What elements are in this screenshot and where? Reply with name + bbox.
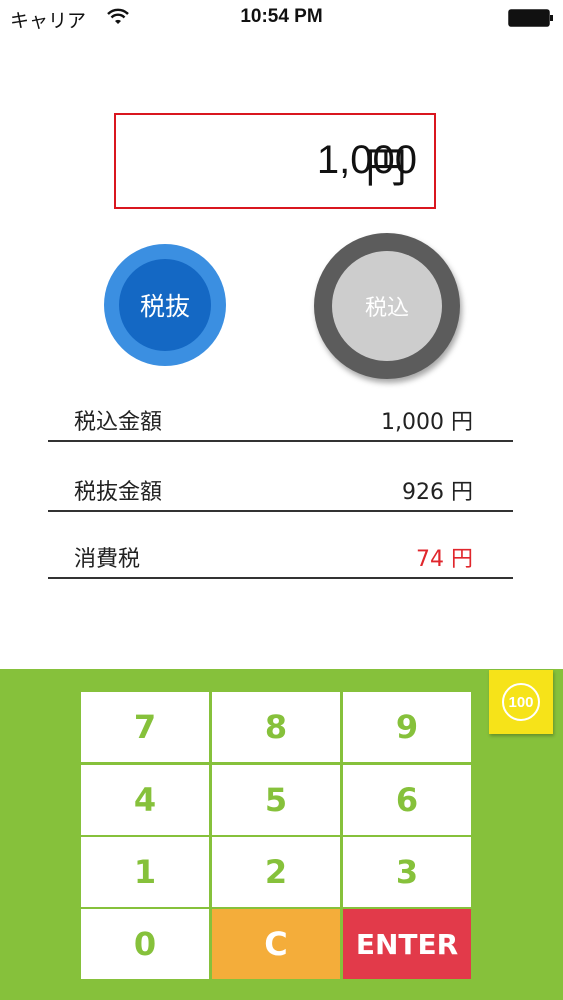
tax-inclusive-button[interactable]: 税込 [314, 233, 460, 379]
key-5[interactable]: 5 [212, 765, 340, 835]
result-label: 消費税 [74, 547, 141, 572]
result-value: 1,000 円 [381, 410, 473, 435]
key-6[interactable]: 6 [343, 765, 471, 835]
enter-button[interactable]: ENTER [343, 909, 471, 979]
tax-exclusive-button[interactable]: 税抜 [104, 244, 226, 366]
key-7[interactable]: 7 [81, 692, 209, 762]
status-bar: キャリア 10:54 PM [0, 0, 563, 36]
result-row-tax-included: 税込金額 1,000 円 [48, 400, 513, 442]
status-time: 10:54 PM [240, 6, 323, 27]
tax-amount-value: 74 円 [416, 547, 473, 572]
clear-button[interactable]: C [212, 909, 340, 979]
key-2[interactable]: 2 [212, 837, 340, 907]
hundred-label: 100 [502, 683, 540, 721]
key-3[interactable]: 3 [343, 837, 471, 907]
result-row-tax-excluded: 税抜金額 926 円 [48, 470, 513, 512]
key-4[interactable]: 4 [81, 765, 209, 835]
hundred-button[interactable]: 100 [489, 670, 553, 734]
result-value: 926 円 [402, 480, 473, 505]
key-8[interactable]: 8 [212, 692, 340, 762]
key-0[interactable]: 0 [81, 909, 209, 979]
key-9[interactable]: 9 [343, 692, 471, 762]
result-label: 税抜金額 [74, 480, 163, 505]
battery-icon [508, 9, 553, 27]
tax-inclusive-label: 税込 [332, 251, 442, 361]
key-1[interactable]: 1 [81, 837, 209, 907]
result-label: 税込金額 [74, 410, 163, 435]
tax-exclusive-label: 税抜 [119, 259, 211, 351]
result-row-consumption-tax: 消費税 74 円 [48, 537, 513, 579]
amount-unit: 円 [365, 143, 408, 192]
